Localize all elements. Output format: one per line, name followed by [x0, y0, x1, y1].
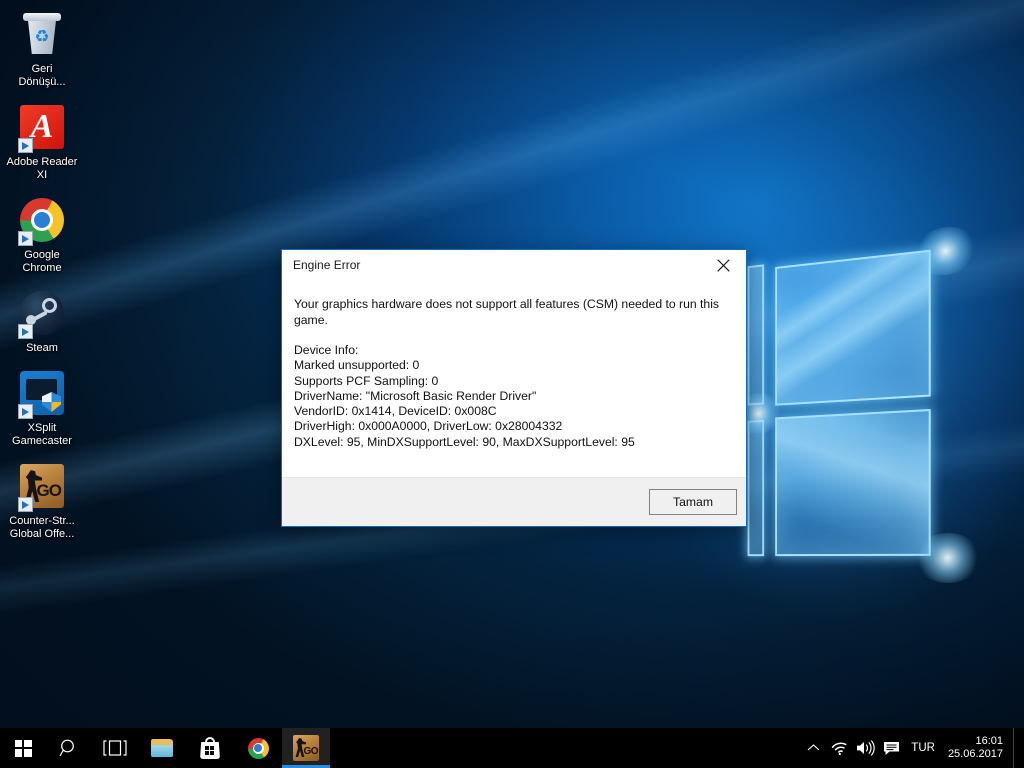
recycle-bin-icon: ♻	[18, 12, 66, 60]
logo-pane-bottom-right	[775, 408, 931, 557]
chrome-icon	[247, 737, 269, 759]
shortcut-arrow-icon	[18, 497, 33, 512]
speaker-icon	[856, 740, 875, 756]
desktop-icon-recycle-bin[interactable]: ♻ Geri Dönüşü...	[4, 6, 80, 89]
search-icon	[59, 739, 74, 757]
action-center-button[interactable]	[878, 728, 904, 768]
shortcut-arrow-icon	[18, 138, 33, 153]
desktop-icon-steam[interactable]: Steam	[4, 285, 80, 355]
dialog-message: Your graphics hardware does not support …	[294, 297, 719, 327]
device-info-line: Device Info:	[294, 343, 359, 357]
shortcut-arrow-icon	[18, 404, 33, 419]
action-center-icon	[883, 741, 899, 755]
engine-error-dialog[interactable]: Engine Error Your graphics hardware does…	[281, 249, 747, 527]
folder-icon	[151, 739, 173, 757]
windows-hero-logo	[734, 223, 982, 584]
csgo-icon: GO	[293, 735, 319, 761]
microsoft-store-button[interactable]	[186, 728, 234, 768]
shortcut-arrow-icon	[18, 324, 33, 339]
logo-pane-top-left	[747, 264, 765, 406]
desktop-icon-label: Google Chrome	[22, 249, 62, 274]
chrome-icon	[18, 198, 66, 246]
show-desktop-button[interactable]	[1013, 728, 1020, 768]
device-info-line: Supports PCF Sampling: 0	[294, 373, 439, 388]
desktop-icon-label: Counter-Str... Global Offe...	[9, 515, 75, 540]
device-info-line: VendorID: 0x1414, DeviceID: 0x008C	[294, 404, 497, 419]
store-icon	[200, 737, 220, 759]
taskbar-chrome-button[interactable]	[234, 728, 282, 768]
logo-spark-bottom	[914, 532, 982, 584]
logo-pane-top-right	[775, 249, 931, 406]
volume-button[interactable]	[852, 728, 878, 768]
steam-icon	[18, 291, 66, 339]
taskbar[interactable]: GO TUR 16:01 25.06.2017	[0, 728, 1024, 768]
clock[interactable]: 16:01 25.06.2017	[944, 728, 1013, 768]
taskbar-empty-area[interactable]	[330, 728, 800, 768]
device-info-line: DriverName: "Microsoft Basic Render Driv…	[294, 388, 537, 403]
xsplit-gamecaster-icon	[18, 371, 66, 419]
taskbar-csgo-button[interactable]: GO	[282, 728, 330, 768]
ok-button[interactable]: Tamam	[649, 489, 737, 515]
logo-pane-bottom-left	[747, 419, 765, 557]
desktop-icon-label: XSplit Gamecaster	[12, 422, 72, 447]
dialog-spacer	[294, 328, 730, 343]
desktop[interactable]: ♻ GeriDönüşü... Adobe ReaderXI GoogleChr…	[0, 0, 1024, 768]
windows-start-icon	[14, 739, 32, 757]
desktop-icon-xsplit-gamecaster[interactable]: XSplit Gamecaster	[4, 365, 80, 448]
task-view-icon	[103, 740, 127, 756]
system-tray: TUR 16:01 25.06.2017	[800, 728, 1024, 768]
desktop-icon-label: Adobe Reader XI	[6, 156, 78, 181]
chevron-up-icon	[807, 744, 820, 751]
desktop-icon-google-chrome[interactable]: Google Chrome	[4, 192, 80, 275]
close-icon[interactable]	[701, 251, 746, 280]
wifi-icon	[831, 742, 847, 755]
dialog-footer: Tamam	[282, 477, 746, 526]
language-indicator[interactable]: TUR	[904, 728, 944, 768]
desktop-icon-grid: ♻ GeriDönüşü... Adobe ReaderXI GoogleChr…	[4, 6, 82, 551]
csgo-icon: GO	[18, 464, 66, 512]
adobe-reader-icon	[18, 105, 66, 153]
device-info-line: DriverHigh: 0x000A0000, DriverLow: 0x280…	[294, 419, 563, 434]
search-button[interactable]	[46, 728, 92, 768]
clock-time: 16:01	[975, 735, 1003, 747]
start-button[interactable]	[0, 728, 46, 768]
device-info-line: DXLevel: 95, MinDXSupportLevel: 90, MaxD…	[294, 434, 635, 449]
file-explorer-button[interactable]	[138, 728, 186, 768]
tray-overflow-button[interactable]	[800, 728, 826, 768]
shortcut-arrow-icon	[18, 231, 33, 246]
desktop-icon-label: Geri Dönüşü...	[18, 63, 66, 88]
dialog-body: Your graphics hardware does not support …	[282, 280, 746, 477]
dialog-titlebar[interactable]: Engine Error	[282, 250, 746, 280]
taskbar-items: GO	[0, 728, 330, 768]
desktop-icon-adobe-reader-xi[interactable]: Adobe ReaderXI	[4, 99, 80, 182]
task-view-button[interactable]	[92, 728, 138, 768]
clock-date: 25.06.2017	[947, 748, 1003, 760]
device-info-line: Marked unsupported: 0	[294, 358, 420, 373]
network-button[interactable]	[826, 728, 852, 768]
desktop-icon-counter-strike-global-offensive[interactable]: GO Counter-Str... Global Offe...	[4, 458, 80, 541]
desktop-icon-label: Steam	[26, 342, 58, 354]
dialog-title: Engine Error	[293, 258, 361, 272]
